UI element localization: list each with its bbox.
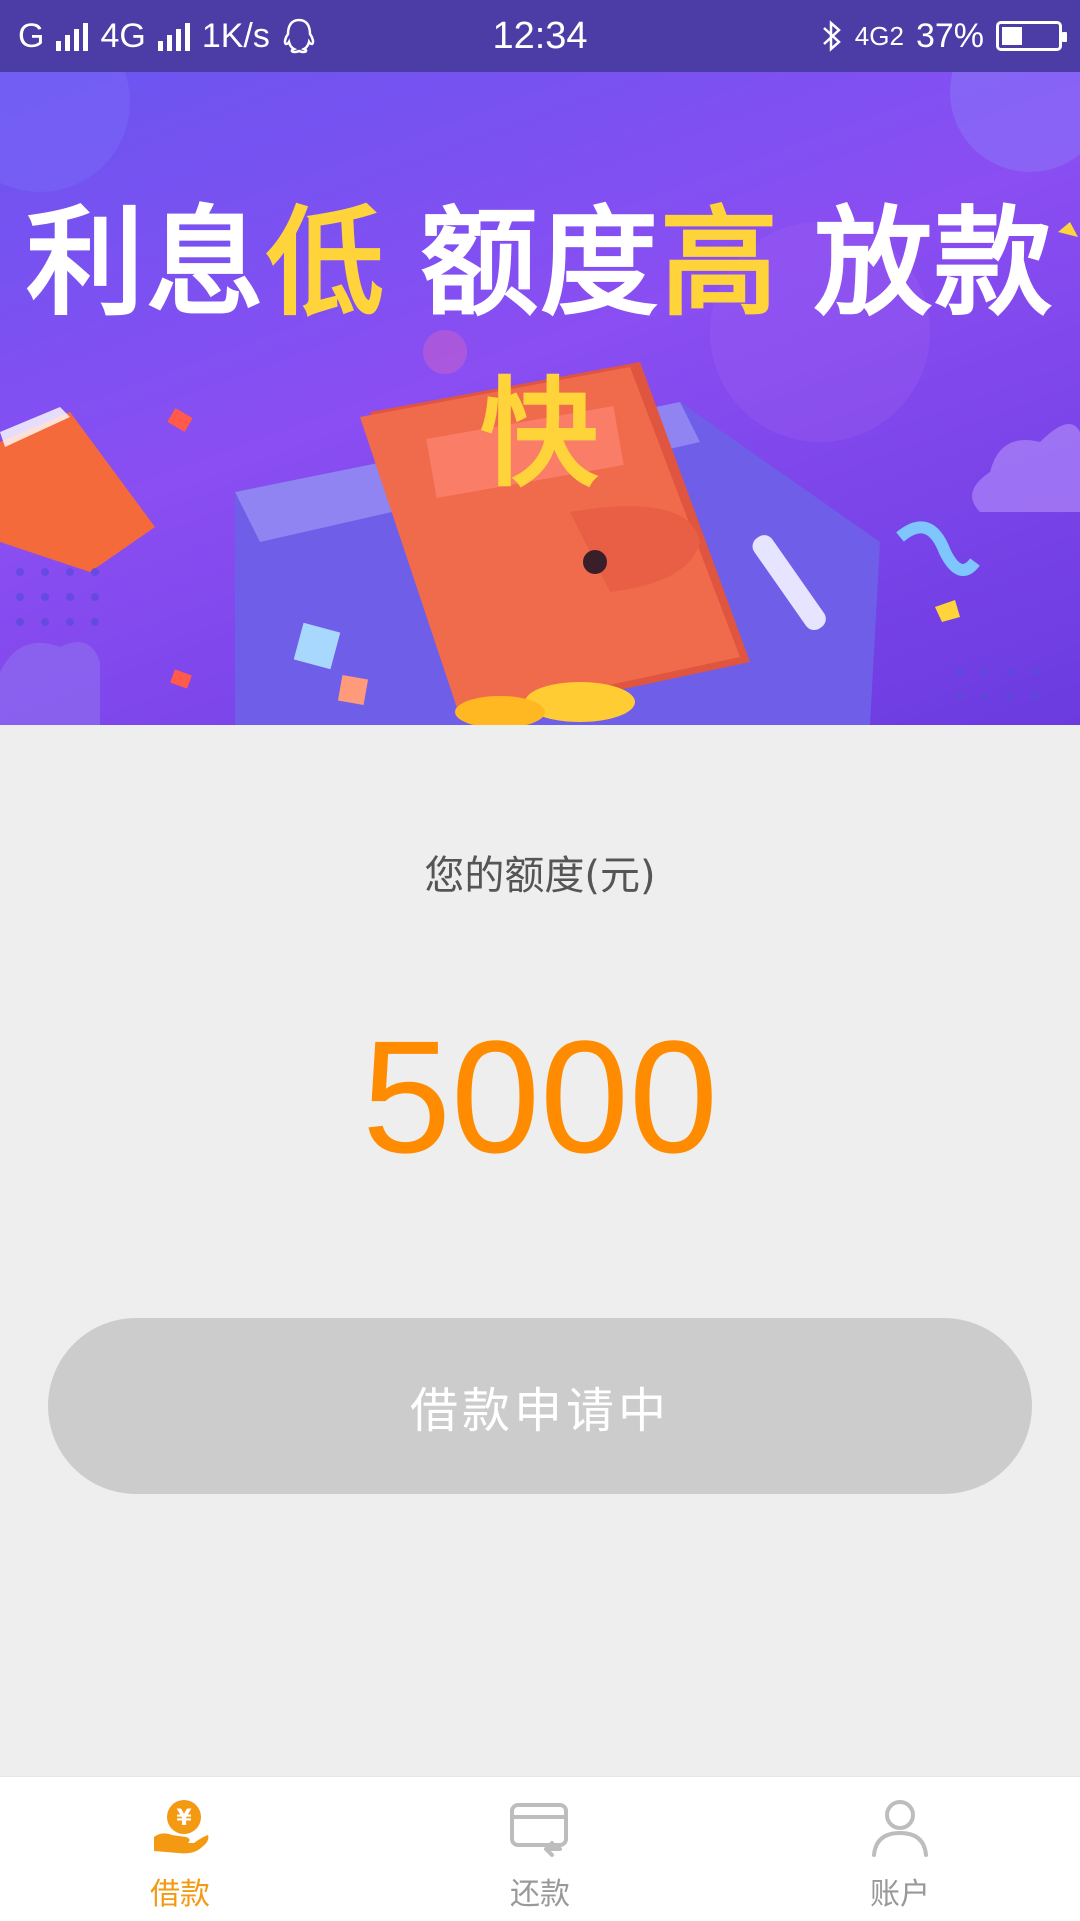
headline-interest: 利息 <box>25 194 266 332</box>
bluetooth-icon <box>822 20 841 52</box>
loan-apply-button[interactable]: 借款申请中 <box>48 1318 1032 1494</box>
network-speed: 1K/s <box>201 16 270 55</box>
tab-loan-label: 借款 <box>150 1877 210 1912</box>
headline-quota: 额度 <box>419 194 660 332</box>
status-bar-right: 4G2 37% <box>821 16 1067 56</box>
bottom-tab-bar: ¥ 借款 还款 账户 <box>0 1776 1080 1921</box>
loan-hand-yen-icon: ¥ <box>154 1800 209 1854</box>
headline-fast: 快 <box>479 365 600 503</box>
tab-loan[interactable]: ¥ 借款 <box>0 1777 360 1921</box>
carrier-1-label: G <box>18 16 45 55</box>
status-bar: G 4G 1K/s 12:34 4G2 37% <box>0 0 1080 72</box>
quota-label: 您的额度(元) <box>424 853 656 899</box>
tab-account-label: 账户 <box>870 1877 930 1912</box>
promo-banner[interactable]: 利息低 额度高 放款快 <box>0 72 1080 725</box>
account-person-icon <box>872 1800 928 1857</box>
network-4g2-label: 4G2 <box>854 20 904 51</box>
battery-icon <box>996 21 1067 51</box>
tab-repay[interactable]: 还款 <box>360 1777 720 1921</box>
carrier-2-label: 4G <box>100 16 146 55</box>
status-bar-left: G 4G 1K/s <box>18 17 316 56</box>
headline-disburse: 放款 <box>814 194 1055 332</box>
tab-repay-label: 还款 <box>510 1877 570 1912</box>
tab-account[interactable]: 账户 <box>720 1777 1080 1921</box>
signal-bars-2-icon <box>157 21 190 51</box>
svg-text:¥: ¥ <box>176 1806 192 1831</box>
qq-icon <box>283 18 315 54</box>
battery-percent: 37% <box>915 16 984 55</box>
quota-amount: 5000 <box>362 1007 718 1186</box>
banner-headline: 利息低 额度高 放款快 <box>0 167 1080 509</box>
repay-card-icon <box>510 1803 568 1857</box>
signal-bars-1-icon <box>56 21 89 51</box>
headline-high: 高 <box>660 194 781 332</box>
headline-low: 低 <box>265 194 386 332</box>
